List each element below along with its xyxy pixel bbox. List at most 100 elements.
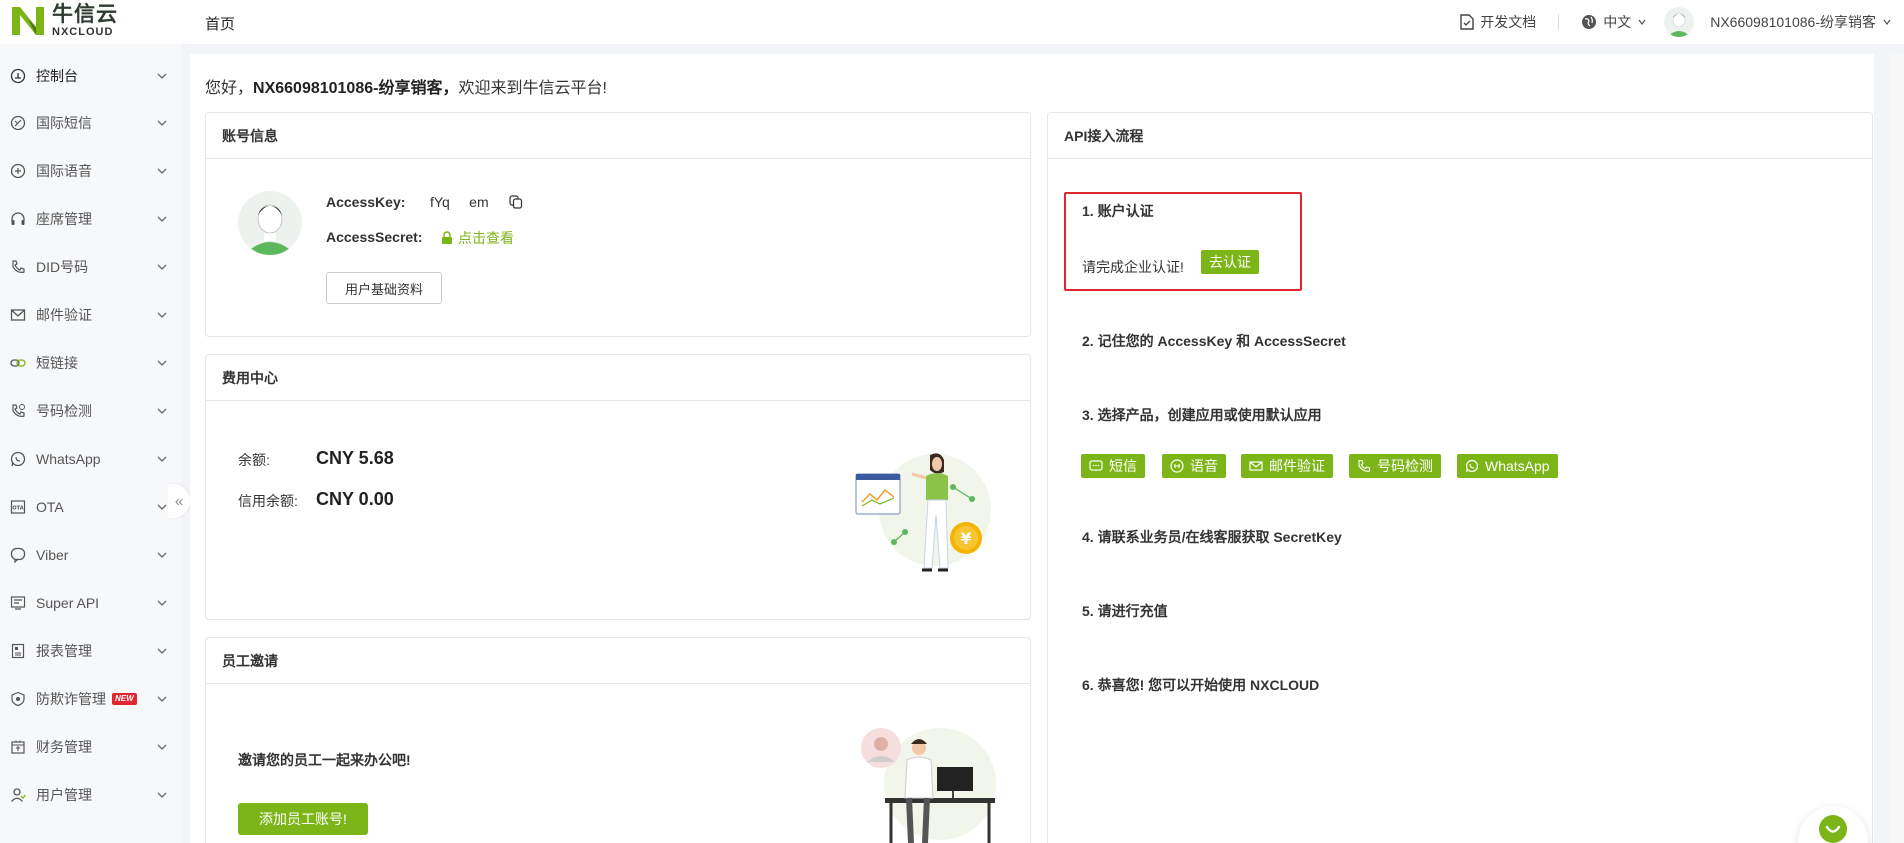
yen-coin-icon: ¥	[960, 529, 971, 548]
scrollbar[interactable]	[1890, 54, 1904, 843]
sidebar-item-viber[interactable]: Viber	[0, 535, 182, 575]
user-profile-button[interactable]: 用户基础资料	[326, 272, 442, 304]
whatsapp-icon	[1465, 459, 1479, 473]
step-2-title: 2. 记住您的 AccessKey 和 AccessSecret	[1082, 333, 1346, 349]
sidebar-item-finance[interactable]: 财务管理	[0, 727, 182, 767]
product-label: 邮件验证	[1269, 458, 1325, 474]
lock-icon	[442, 231, 452, 244]
mail-icon	[1249, 461, 1263, 471]
sidebar-item-label: Viber	[36, 547, 69, 563]
sidebar-item-users[interactable]: 用户管理	[0, 775, 182, 815]
sidebar-item-label: 国际短信	[36, 115, 92, 131]
sidebar-item-intl-voice[interactable]: 国际语音	[0, 151, 182, 191]
sidebar-item-label: 控制台	[36, 68, 78, 84]
link-icon	[10, 355, 26, 371]
api-icon	[10, 595, 26, 611]
sidebar-item-anti-fraud[interactable]: 防欺诈管理 NEW	[0, 679, 182, 719]
dev-docs-label: 开发文档	[1480, 14, 1537, 30]
product-number-check-button[interactable]: 号码检测	[1349, 454, 1441, 478]
product-email-button[interactable]: 邮件验证	[1241, 454, 1333, 478]
logo[interactable]: 牛信云 NXCLOUD	[10, 4, 118, 38]
svg-text:OTA: OTA	[12, 506, 23, 512]
balance-label: 余额:	[238, 452, 270, 468]
language-selector[interactable]: 中文	[1581, 12, 1647, 32]
access-key-label: AccessKey:	[326, 194, 406, 210]
chevron-down-icon	[157, 408, 167, 414]
chevron-down-icon	[157, 456, 167, 462]
sidebar-item-reports[interactable]: 报表管理	[0, 631, 182, 671]
verify-button[interactable]: 去认证	[1201, 250, 1259, 274]
sidebar-item-label: WhatsApp	[36, 451, 101, 467]
voice-icon	[1170, 459, 1184, 473]
chat-icon	[1819, 815, 1847, 843]
finance-icon	[10, 739, 26, 755]
credit-label: 信用余额:	[238, 493, 298, 509]
chevron-down-icon	[157, 264, 167, 270]
sidebar-item-label: 号码检测	[36, 403, 92, 419]
chevron-down-icon	[157, 120, 167, 126]
dashboard-icon	[10, 68, 26, 84]
sidebar-item-seats[interactable]: 座席管理	[0, 199, 182, 239]
sidebar-item-intl-sms[interactable]: 国际短信	[0, 103, 182, 143]
step-4-title: 4. 请联系业务员/在线客服获取 SecretKey	[1082, 529, 1342, 545]
access-key-value: fYq em	[430, 194, 489, 210]
sidebar-item-shortlink[interactable]: 短链接	[0, 343, 182, 383]
product-sms-button[interactable]: 短信	[1081, 454, 1145, 478]
invite-text: 邀请您的员工一起来办公吧!	[238, 752, 411, 768]
card-title: API接入流程	[1048, 113, 1872, 159]
sidebar-collapse-button[interactable]: «	[168, 484, 190, 518]
product-label: WhatsApp	[1485, 458, 1550, 474]
chevron-down-icon	[1883, 19, 1891, 25]
card-title: 员工邀请	[206, 638, 1030, 684]
add-employee-button[interactable]: 添加员工账号!	[238, 803, 368, 835]
chevron-down-icon	[157, 73, 167, 79]
step-5-title: 5. 请进行充值	[1082, 603, 1168, 619]
phone-check-icon	[10, 403, 26, 419]
user-menu[interactable]: NX66098101086-纷享销客	[1664, 7, 1892, 37]
sidebar-item-label: 报表管理	[36, 643, 92, 659]
sidebar-item-whatsapp[interactable]: WhatsApp	[0, 439, 182, 479]
card-title: 费用中心	[206, 355, 1030, 401]
welcome-username: NX66098101086-纷享销客，	[253, 80, 459, 97]
sidebar-item-label: OTA	[36, 499, 64, 515]
billing-illustration: ¥	[855, 453, 991, 572]
sidebar-item-super-api[interactable]: Super API	[0, 583, 182, 623]
voice-icon	[10, 163, 26, 179]
sidebar-item-label: 座席管理	[36, 211, 92, 227]
sidebar-item-label: 邮件验证	[36, 307, 92, 323]
welcome-prefix: 您好，	[205, 80, 254, 97]
copy-icon[interactable]	[509, 195, 523, 209]
nav-home-link[interactable]: 首页	[205, 13, 235, 34]
step-6-title: 6. 恭喜您! 您可以开始使用 NXCLOUD	[1082, 677, 1320, 693]
sidebar-item-label: 财务管理	[36, 739, 92, 755]
step-3-title: 3. 选择产品，创建应用或使用默认应用	[1082, 407, 1322, 423]
phone-icon	[10, 259, 26, 275]
sidebar-item-did[interactable]: DID号码	[0, 247, 182, 287]
chevron-down-icon	[157, 504, 167, 510]
chevron-down-icon	[1638, 19, 1646, 25]
sms-icon	[1089, 460, 1103, 471]
chevron-down-icon	[157, 216, 167, 222]
step-1-text: 请完成企业认证!	[1082, 259, 1184, 275]
view-secret-label: 点击查看	[458, 230, 514, 246]
sidebar-item-number-check[interactable]: 号码检测	[0, 391, 182, 431]
sms-icon	[10, 115, 26, 131]
product-voice-button[interactable]: 语音	[1162, 454, 1226, 478]
view-secret-link[interactable]: 点击查看	[441, 228, 514, 248]
sidebar-item-email[interactable]: 邮件验证	[0, 295, 182, 335]
report-icon	[10, 643, 26, 659]
ota-icon: OTA	[10, 499, 26, 515]
balance-value: CNY 5.68	[316, 448, 394, 468]
welcome-message: 您好，NX66098101086-纷享销客，欢迎来到牛信云平台!	[205, 74, 607, 98]
chevron-down-icon	[157, 360, 167, 366]
viber-icon	[10, 547, 26, 563]
language-label: 中文	[1603, 14, 1632, 30]
chevron-down-icon	[157, 600, 167, 606]
shield-icon	[10, 691, 26, 707]
dev-docs-link[interactable]: 开发文档	[1460, 12, 1536, 32]
product-whatsapp-button[interactable]: WhatsApp	[1457, 454, 1558, 478]
sidebar-item-label: 用户管理	[36, 787, 92, 803]
sidebar-item-console[interactable]: 控制台	[0, 56, 182, 96]
sidebar-item-ota[interactable]: OTA OTA	[0, 487, 182, 527]
